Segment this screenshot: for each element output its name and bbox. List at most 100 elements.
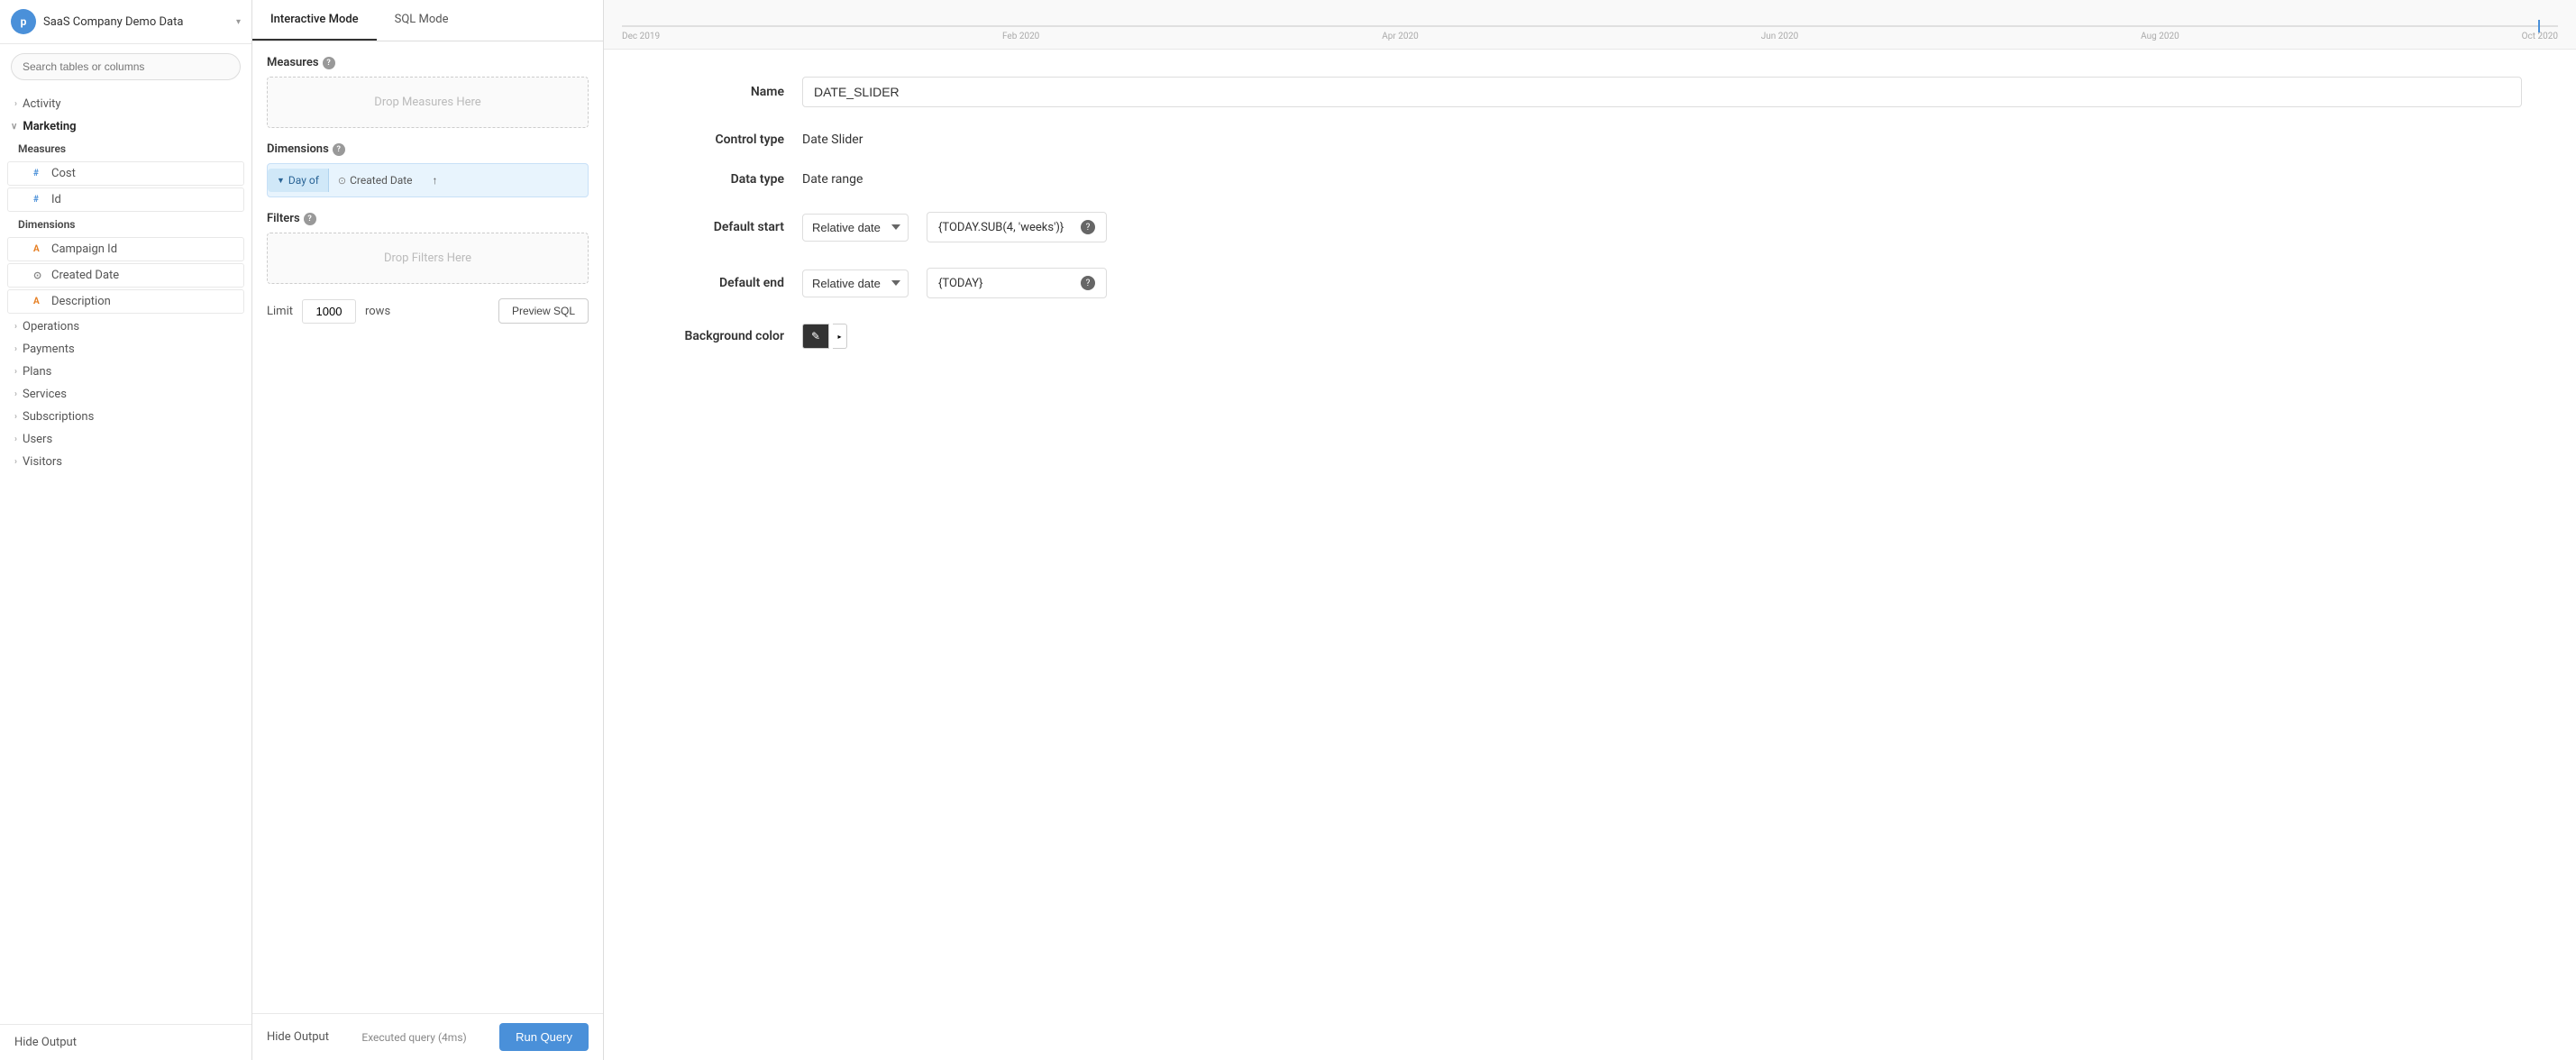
tab-interactive-mode[interactable]: Interactive Mode — [252, 0, 377, 41]
executed-status: Executed query (4ms) — [361, 1031, 466, 1044]
color-swatch-dropdown[interactable]: ▸ — [833, 324, 847, 349]
logo: p — [11, 9, 36, 34]
default-end-help-icon[interactable]: ? — [1081, 276, 1095, 290]
hide-output-button[interactable]: Hide Output — [267, 1030, 329, 1044]
tree-area: › Activity ∨ Marketing Measures # Cost #… — [0, 89, 251, 1024]
default-end-value: {TODAY} — [938, 277, 983, 290]
search-box[interactable] — [11, 53, 241, 80]
hash-icon: # — [33, 169, 46, 178]
measures-help-icon[interactable]: ? — [323, 57, 335, 69]
name-input[interactable] — [802, 77, 2522, 107]
chip-label: Created Date — [350, 174, 412, 187]
timeline-label: Dec 2019 — [622, 32, 660, 41]
timeline-label: Jun 2020 — [1761, 32, 1799, 41]
sort-button[interactable]: ↑ — [425, 170, 445, 190]
leaf-label: Description — [51, 295, 111, 308]
sidebar-item-label: Activity — [23, 97, 61, 111]
dimensions-section-label: Dimensions ? — [267, 142, 589, 156]
tab-sql-mode[interactable]: SQL Mode — [377, 0, 467, 41]
hide-output-label: Hide Output — [14, 1036, 77, 1049]
run-query-button[interactable]: Run Query — [499, 1023, 589, 1051]
color-swatch[interactable]: ✎ — [802, 324, 829, 349]
sidebar-item-created-date[interactable]: ⊙ Created Date — [7, 263, 244, 288]
sidebar-item-label: Operations — [23, 320, 79, 334]
sidebar-item-id[interactable]: # Id — [7, 187, 244, 212]
timeline-line — [622, 25, 2558, 27]
hash-icon: # — [33, 195, 46, 205]
sidebar-item-label: Marketing — [23, 120, 76, 133]
limit-row: Limit rows Preview SQL — [267, 298, 589, 324]
measures-section-label: Measures ? — [267, 56, 589, 69]
control-type-value: Date Slider — [802, 132, 863, 147]
chevron-right-icon: › — [14, 99, 17, 109]
measures-drop-zone[interactable]: Drop Measures Here — [267, 77, 589, 128]
default-start-help-icon[interactable]: ? — [1081, 220, 1095, 234]
sidebar-item-payments[interactable]: › Payments — [0, 338, 251, 361]
sidebar-item-label: Users — [23, 433, 52, 446]
db-header[interactable]: p SaaS Company Demo Data ▾ — [0, 0, 251, 44]
right-panel: Dec 2019 Feb 2020 Apr 2020 Jun 2020 Aug … — [604, 0, 2576, 1060]
clock-icon: ⊙ — [338, 175, 346, 187]
timeline-area: Dec 2019 Feb 2020 Apr 2020 Jun 2020 Aug … — [604, 0, 2576, 50]
filters-help-icon[interactable]: ? — [304, 213, 316, 225]
dimension-chip-created-date[interactable]: ⊙ Created Date — [329, 169, 422, 192]
sidebar-item-label: Services — [23, 388, 67, 401]
dimensions-help-icon[interactable]: ? — [333, 143, 345, 156]
sidebar-item-activity[interactable]: › Activity — [0, 93, 251, 115]
sidebar-item-marketing[interactable]: ∨ Marketing — [0, 115, 251, 138]
color-picker[interactable]: ✎ ▸ — [802, 324, 847, 349]
sidebar-item-subscriptions[interactable]: › Subscriptions — [0, 406, 251, 428]
sidebar-item-plans[interactable]: › Plans — [0, 361, 251, 383]
chevron-right-icon: › — [14, 389, 17, 399]
chip-label: Day of — [288, 174, 319, 187]
middle-footer: Hide Output Executed query (4ms) Run Que… — [252, 1013, 603, 1060]
default-start-input-area: {TODAY.SUB(4, 'weeks')} ? — [927, 212, 1107, 242]
db-dropdown-icon[interactable]: ▾ — [236, 17, 241, 27]
chevron-right-icon: › — [14, 412, 17, 422]
db-name-label: SaaS Company Demo Data — [43, 15, 229, 29]
pencil-icon: ✎ — [811, 330, 820, 343]
sidebar-section-dimensions: Dimensions — [0, 214, 251, 235]
sidebar-item-cost[interactable]: # Cost — [7, 161, 244, 186]
left-panel: p SaaS Company Demo Data ▾ › Activity ∨ … — [0, 0, 252, 1060]
form-row-control-type: Control type Date Slider — [658, 132, 2522, 147]
default-start-value: {TODAY.SUB(4, 'weeks')} — [938, 221, 1064, 234]
leaf-label: Cost — [51, 167, 76, 180]
preview-sql-button[interactable]: Preview SQL — [498, 298, 589, 324]
search-input[interactable] — [11, 53, 241, 80]
hide-output-bar[interactable]: Hide Output — [0, 1024, 251, 1060]
sidebar-item-label: Payments — [23, 343, 75, 356]
form-row-bg-color: Background color ✎ ▸ — [658, 324, 2522, 349]
limit-input[interactable] — [302, 299, 356, 324]
chevron-right-icon: › — [14, 457, 17, 467]
default-end-select[interactable]: Relative date — [802, 270, 909, 297]
timeline-label: Feb 2020 — [1002, 32, 1039, 41]
sidebar-item-label: Subscriptions — [23, 410, 94, 424]
right-content: Name Control type Date Slider Data type … — [604, 50, 2576, 1060]
dimension-chip-dayof[interactable]: ▼ Day of — [268, 169, 329, 192]
timeline-label: Aug 2020 — [2141, 32, 2179, 41]
timeline-label: Oct 2020 — [2522, 32, 2558, 41]
leaf-label: Campaign Id — [51, 242, 117, 256]
form-row-data-type: Data type Date range — [658, 172, 2522, 187]
sidebar-item-services[interactable]: › Services — [0, 383, 251, 406]
sidebar-item-campaign-id[interactable]: A Campaign Id — [7, 237, 244, 261]
alpha-icon: A — [33, 244, 46, 254]
control-type-label: Control type — [658, 132, 784, 147]
form-row-name: Name — [658, 77, 2522, 107]
default-end-label: Default end — [658, 276, 784, 290]
chevron-right-icon: › — [14, 344, 17, 354]
chevron-right-icon: › — [14, 367, 17, 377]
sidebar-item-users[interactable]: › Users — [0, 428, 251, 451]
timeline-indicator — [2538, 20, 2540, 32]
sidebar-item-description[interactable]: A Description — [7, 289, 244, 314]
sidebar-item-operations[interactable]: › Operations — [0, 315, 251, 338]
sidebar-item-visitors[interactable]: › Visitors — [0, 451, 251, 473]
name-label: Name — [658, 85, 784, 99]
sidebar-item-label: Plans — [23, 365, 51, 379]
filters-drop-zone[interactable]: Drop Filters Here — [267, 233, 589, 284]
default-start-select[interactable]: Relative date — [802, 214, 909, 242]
form-row-default-start: Default start Relative date {TODAY.SUB(4… — [658, 212, 2522, 242]
timeline-label: Apr 2020 — [1382, 32, 1419, 41]
leaf-label: Id — [51, 193, 61, 206]
